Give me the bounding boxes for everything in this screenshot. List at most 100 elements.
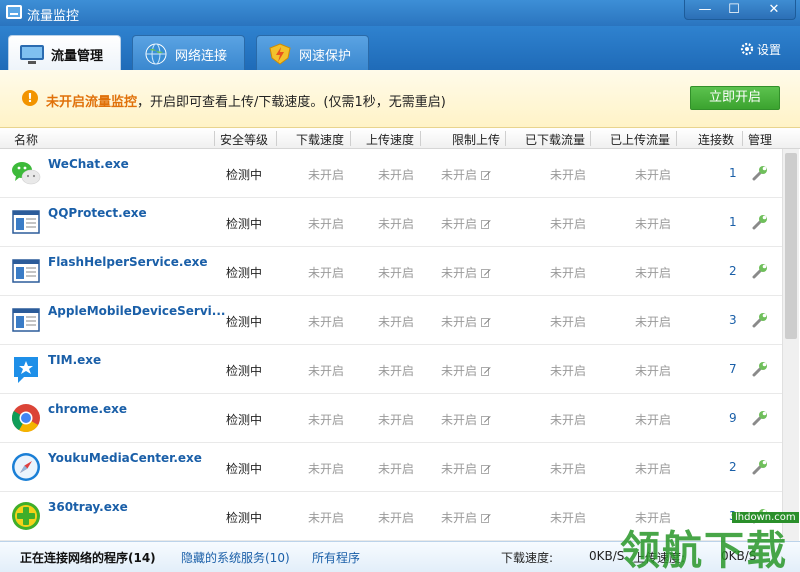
wrench-icon[interactable]	[751, 311, 769, 329]
connection-count[interactable]: 7	[729, 362, 737, 376]
process-name[interactable]: QQProtect.exe	[48, 206, 147, 220]
upload-limit-value: 未开启	[441, 462, 478, 476]
enable-now-button[interactable]: 立即开启	[690, 86, 780, 110]
tab-network-connections[interactable]: 网络连接	[132, 35, 245, 70]
wrench-icon[interactable]	[751, 458, 769, 476]
upload-limit[interactable]: 未开启	[441, 264, 491, 281]
download-speed: 未开启	[308, 315, 345, 329]
filter-hidden-services[interactable]: 隐藏的系统服务(10)	[181, 549, 290, 566]
upload-limit[interactable]: 未开启	[441, 215, 491, 232]
upload-limit[interactable]: 未开启	[441, 313, 491, 330]
table-row[interactable]: TIM.exe 检测中 未开启 未开启 未开启 未开启 未开启 7	[0, 345, 782, 394]
download-speed-value: 0KB/S	[589, 549, 625, 563]
edit-icon[interactable]	[481, 513, 491, 523]
tab-speed-protection[interactable]: 网速保护	[256, 35, 369, 70]
download-speed: 未开启	[308, 168, 345, 182]
process-name[interactable]: AppleMobileDeviceServi...	[48, 304, 225, 318]
column-header-upload-limit[interactable]: 限制上传	[452, 131, 500, 148]
connection-count[interactable]: 9	[729, 411, 737, 425]
upload-limit[interactable]: 未开启	[441, 460, 491, 477]
column-header-downloaded[interactable]: 已下载流量	[525, 131, 585, 148]
upload-limit[interactable]: 未开启	[441, 411, 491, 428]
table-row[interactable]: AppleMobileDeviceServi... 检测中 未开启 未开启 未开…	[0, 296, 782, 345]
connection-count[interactable]: 3	[729, 509, 737, 523]
column-divider[interactable]	[505, 131, 506, 146]
vertical-scrollbar[interactable]	[782, 149, 799, 541]
upload-limit-value: 未开启	[441, 217, 478, 231]
column-divider[interactable]	[742, 131, 743, 146]
table-row[interactable]: FlashHelperService.exe 检测中 未开启 未开启 未开启 未…	[0, 247, 782, 296]
edit-icon[interactable]	[481, 366, 491, 376]
column-divider[interactable]	[276, 131, 277, 146]
column-header-manage[interactable]: 管理	[748, 131, 772, 148]
notice-highlight: 未开启流量监控	[46, 95, 138, 110]
security-level: 检测中	[226, 217, 263, 231]
column-header-download-speed[interactable]: 下载速度	[296, 131, 344, 148]
column-divider[interactable]	[676, 131, 677, 146]
column-header-security[interactable]: 安全等级	[220, 131, 268, 148]
wrench-icon[interactable]	[751, 262, 769, 280]
edit-icon[interactable]	[481, 219, 491, 229]
table-row[interactable]: chrome.exe 检测中 未开启 未开启 未开启 未开启 未开启 9	[0, 394, 782, 443]
upload-limit[interactable]: 未开启	[441, 362, 491, 379]
notice-bar: ! 未开启流量监控，开启即可查看上传/下载速度。(仅需1秒，无需重启)	[0, 70, 800, 128]
tab-traffic-management[interactable]: 流量管理	[8, 35, 121, 70]
filter-connecting-programs[interactable]: 正在连接网络的程序(14)	[20, 549, 156, 566]
column-divider[interactable]	[214, 131, 215, 146]
edit-icon[interactable]	[481, 317, 491, 327]
process-name[interactable]: chrome.exe	[48, 402, 127, 416]
connection-count[interactable]: 1	[729, 166, 737, 180]
window-title: 流量监控	[27, 9, 80, 24]
process-name[interactable]: FlashHelperService.exe	[48, 255, 208, 269]
wrench-icon[interactable]	[751, 360, 769, 378]
edit-icon[interactable]	[481, 170, 491, 180]
uploaded-traffic: 未开启	[635, 315, 672, 329]
column-header-name[interactable]: 名称	[14, 131, 38, 148]
upload-limit[interactable]: 未开启	[441, 166, 491, 183]
download-speed: 未开启	[308, 413, 345, 427]
table-row[interactable]: WeChat.exe 检测中 未开启 未开启 未开启 未开启 未开启 1	[0, 149, 782, 198]
upload-limit[interactable]: 未开启	[441, 509, 491, 526]
column-divider[interactable]	[420, 131, 421, 146]
scrollbar-thumb[interactable]	[785, 153, 797, 339]
process-name[interactable]: WeChat.exe	[48, 157, 129, 171]
edit-icon[interactable]	[481, 268, 491, 278]
wrench-icon[interactable]	[751, 213, 769, 231]
security-level: 检测中	[226, 168, 263, 182]
process-name[interactable]: YoukuMediaCenter.exe	[48, 451, 202, 465]
column-divider[interactable]	[590, 131, 591, 146]
connection-count[interactable]: 2	[729, 264, 737, 278]
compass-icon	[12, 453, 40, 481]
title-bar: 流量监控 — ☐ ✕	[0, 0, 800, 26]
process-name[interactable]: TIM.exe	[48, 353, 101, 367]
wrench-icon[interactable]	[751, 164, 769, 182]
window-icon	[12, 210, 40, 234]
column-header-uploaded[interactable]: 已上传流量	[610, 131, 670, 148]
close-button[interactable]: ✕	[754, 0, 794, 20]
wechat-icon	[12, 162, 41, 185]
column-header-connections[interactable]: 连接数	[698, 131, 734, 148]
table-row[interactable]: YoukuMediaCenter.exe 检测中 未开启 未开启 未开启 未开启…	[0, 443, 782, 492]
column-header-upload-speed[interactable]: 上传速度	[366, 131, 414, 148]
column-divider[interactable]	[350, 131, 351, 146]
table-row[interactable]: 360tray.exe 检测中 未开启 未开启 未开启 未开启 未开启 3	[0, 492, 782, 541]
wrench-icon[interactable]	[751, 507, 769, 525]
upload-speed: 未开启	[378, 511, 415, 525]
tab-label: 网速保护	[299, 49, 352, 64]
edit-icon[interactable]	[481, 415, 491, 425]
chrome-icon	[12, 404, 40, 432]
download-speed: 未开启	[308, 511, 345, 525]
upload-speed: 未开启	[378, 315, 415, 329]
settings-button[interactable]: 设置	[740, 41, 781, 58]
upload-speed: 未开启	[378, 364, 415, 378]
connection-count[interactable]: 3	[729, 313, 737, 327]
process-name[interactable]: 360tray.exe	[48, 500, 128, 514]
connection-count[interactable]: 1	[729, 215, 737, 229]
table-row[interactable]: QQProtect.exe 检测中 未开启 未开启 未开启 未开启 未开启 1	[0, 198, 782, 247]
maximize-button[interactable]: ☐	[715, 0, 753, 20]
wrench-icon[interactable]	[751, 409, 769, 427]
filter-all-programs[interactable]: 所有程序	[312, 549, 360, 566]
upload-speed: 未开启	[378, 462, 415, 476]
edit-icon[interactable]	[481, 464, 491, 474]
connection-count[interactable]: 2	[729, 460, 737, 474]
